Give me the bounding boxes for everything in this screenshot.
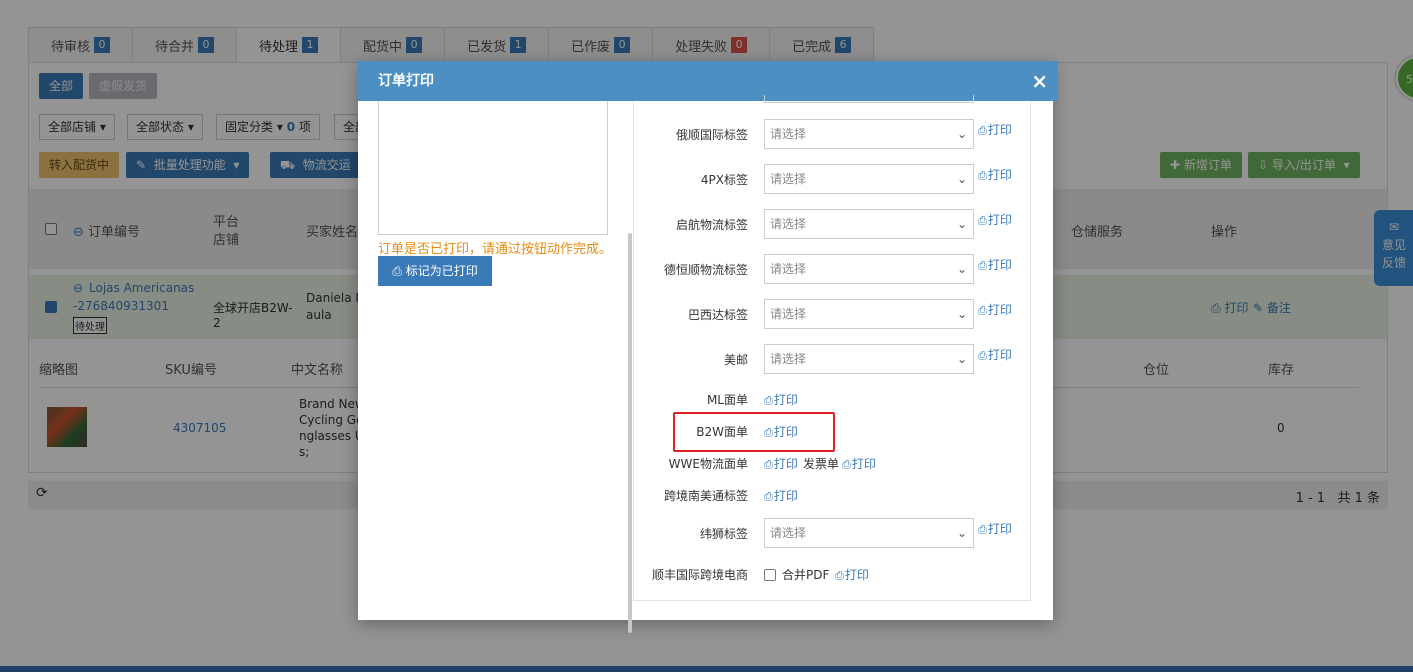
select-placeholder: 请选择 — [770, 172, 807, 186]
select-placeholder: 请选择 — [770, 307, 807, 321]
print-label: 打印 — [987, 258, 1012, 272]
row-label-weishi: 纬狮标签 — [699, 527, 748, 541]
print-link-usps[interactable]: ⎙打印 — [978, 346, 1012, 363]
row-label-qihang: 启航物流标签 — [675, 218, 748, 232]
close-icon[interactable]: × — [1031, 61, 1048, 101]
select-weishi[interactable]: 请选择 ⌄ — [764, 518, 974, 548]
printer-icon: ⎙ — [764, 458, 773, 471]
mark-printed-button[interactable]: ⎙ 标记为已打印 — [378, 256, 492, 286]
printer-icon: ⎙ — [978, 523, 987, 536]
modal-title: 订单打印 — [378, 73, 434, 89]
row-label-sf-intl: 顺丰国际跨境电商 — [651, 568, 748, 582]
chevron-down-icon: ⌄ — [956, 217, 967, 231]
print-warning-text: 订单是否已打印，请通过按钮动作完成。 — [378, 242, 613, 257]
select-placeholder: 请选择 — [770, 352, 807, 366]
print-label: 打印 — [987, 522, 1012, 536]
clipped-select[interactable] — [764, 95, 974, 103]
print-label: 打印 — [851, 457, 876, 471]
print-link-nanmeitong[interactable]: ⎙打印 — [764, 487, 798, 504]
print-link-wwe-invoice[interactable]: ⎙打印 — [842, 455, 876, 472]
printer-icon: ⎙ — [835, 569, 844, 582]
chevron-down-icon: ⌄ — [956, 307, 967, 321]
print-label: 打印 — [844, 568, 869, 582]
chevron-down-icon: ⌄ — [956, 352, 967, 366]
print-link-baxida[interactable]: ⎙打印 — [978, 301, 1012, 318]
print-label: 打印 — [987, 348, 1012, 362]
select-placeholder: 请选择 — [770, 127, 807, 141]
print-link-qihang[interactable]: ⎙打印 — [978, 211, 1012, 228]
chevron-down-icon: ⌄ — [956, 172, 967, 186]
mark-printed-label: 标记为已打印 — [405, 264, 478, 278]
print-label: 打印 — [773, 489, 798, 503]
printer-icon: ⎙ — [764, 394, 773, 407]
printer-icon: ⎙ — [978, 259, 987, 272]
row-label-baxida: 巴西达标签 — [687, 308, 748, 322]
row-label-4px: 4PX标签 — [700, 173, 748, 187]
print-link-4px[interactable]: ⎙打印 — [978, 166, 1012, 183]
print-label: 打印 — [987, 303, 1012, 317]
select-dehengshun[interactable]: 请选择 ⌄ — [764, 254, 974, 284]
select-ru-shun[interactable]: 请选择 ⌄ — [764, 119, 974, 149]
order-print-modal: 订单打印 × 订单是否已打印，请通过按钮动作完成。 ⎙ 标记为已打印 俄顺国际标… — [358, 61, 1058, 633]
select-4px[interactable]: 请选择 ⌄ — [764, 164, 974, 194]
print-label: 打印 — [773, 393, 798, 407]
printer-icon: ⎙ — [392, 264, 402, 278]
row-label-dehengshun: 德恒顺物流标签 — [663, 263, 748, 277]
scrollbar[interactable] — [628, 233, 632, 633]
printer-icon: ⎙ — [978, 304, 987, 317]
select-placeholder: 请选择 — [770, 262, 807, 276]
print-link-weishi[interactable]: ⎙打印 — [978, 520, 1012, 537]
invoice-label: 发票单 — [803, 457, 840, 471]
chevron-down-icon: ⌄ — [956, 127, 967, 141]
merge-pdf-label: 合并PDF — [782, 568, 830, 582]
chevron-down-icon: ⌄ — [956, 262, 967, 276]
print-link-sf-intl[interactable]: ⎙打印 — [835, 566, 869, 583]
print-link-ru-shun[interactable]: ⎙打印 — [978, 121, 1012, 138]
printer-icon: ⎙ — [978, 349, 987, 362]
label-options-pane: 俄顺国际标签 请选择 ⌄ ⎙打印 4PX标签 请选择 ⌄ ⎙打印 启航物流标签 请选… — [633, 95, 1031, 601]
select-baxida[interactable]: 请选择 ⌄ — [764, 299, 974, 329]
printer-icon: ⎙ — [978, 124, 987, 137]
row-label-ru-shun: 俄顺国际标签 — [675, 128, 748, 142]
select-placeholder: 请选择 — [770, 526, 807, 540]
merge-pdf-option[interactable]: 合并PDF — [764, 566, 829, 583]
select-qihang[interactable]: 请选择 ⌄ — [764, 209, 974, 239]
print-label: 打印 — [773, 457, 798, 471]
print-label: 打印 — [987, 123, 1012, 137]
select-placeholder: 请选择 — [770, 217, 807, 231]
row-label-ml: ML面单 — [706, 393, 748, 407]
chevron-down-icon: ⌄ — [956, 526, 967, 540]
row-label-wwe: WWE物流面单 — [668, 457, 748, 471]
printer-icon: ⎙ — [978, 214, 987, 227]
print-link-dehengshun[interactable]: ⎙打印 — [978, 256, 1012, 273]
printer-icon: ⎙ — [764, 490, 773, 503]
select-usps[interactable]: 请选择 ⌄ — [764, 344, 974, 374]
merge-pdf-checkbox[interactable] — [764, 569, 776, 581]
print-label: 打印 — [987, 168, 1012, 182]
print-link-wwe[interactable]: ⎙打印 — [764, 455, 798, 472]
highlight-annotation — [673, 412, 835, 452]
print-label: 打印 — [987, 213, 1012, 227]
os-taskbar — [0, 666, 1413, 672]
print-link-ml[interactable]: ⎙打印 — [764, 391, 798, 408]
print-preview-area — [378, 101, 608, 235]
row-label-nanmeitong: 跨境南美通标签 — [663, 489, 748, 503]
printer-icon: ⎙ — [842, 458, 851, 471]
row-label-usps: 美邮 — [723, 353, 748, 367]
printer-icon: ⎙ — [978, 169, 987, 182]
